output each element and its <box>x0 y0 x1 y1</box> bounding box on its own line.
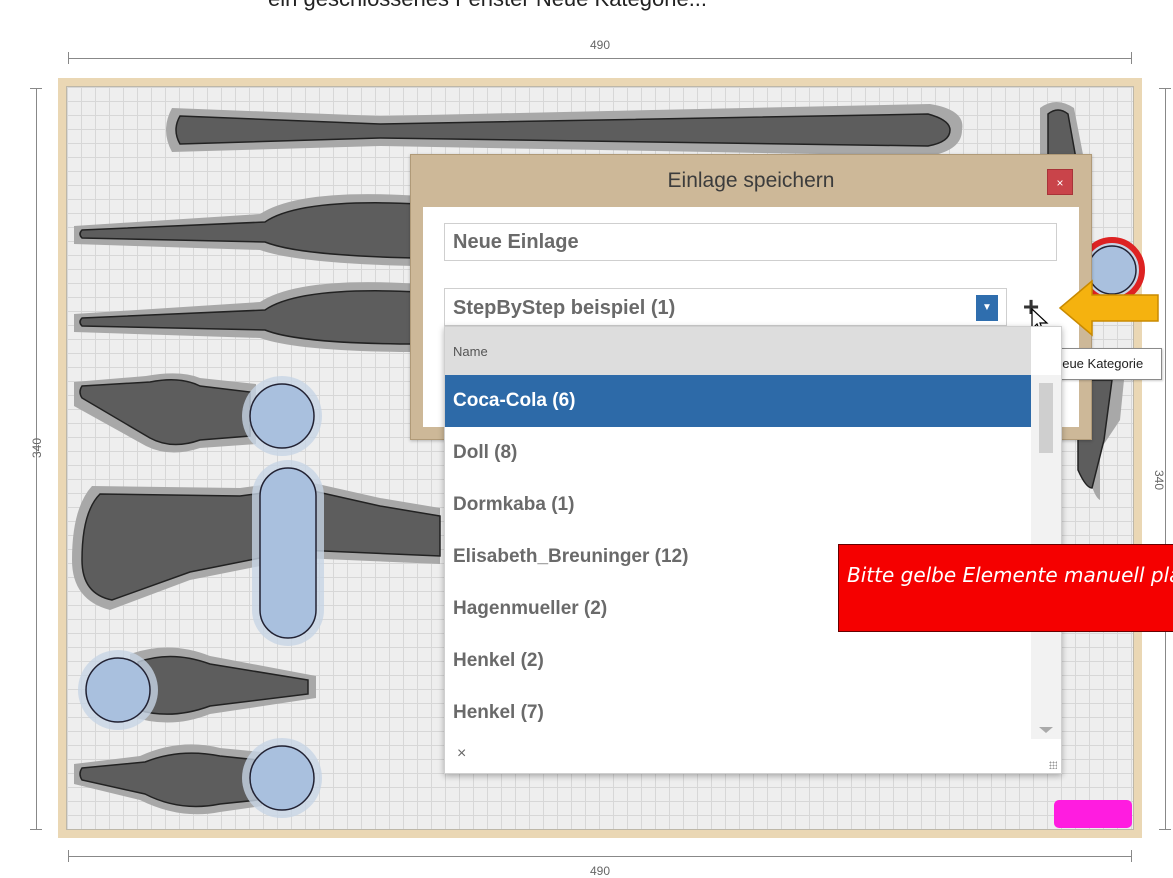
resize-grip-icon[interactable] <box>1049 761 1057 769</box>
tool-screwdriver-4[interactable] <box>130 647 316 723</box>
dropdown-column-header: Name <box>445 327 1031 375</box>
tool-knife-pill[interactable] <box>252 460 324 646</box>
dropdown-item[interactable]: Henkel (2) <box>445 635 1031 687</box>
tool-screwdriver-3-circle[interactable] <box>242 376 322 456</box>
insert-name-input[interactable] <box>444 223 1057 261</box>
scroll-down-icon[interactable] <box>1039 727 1053 733</box>
chevron-down-icon[interactable]: ▼ <box>976 295 998 321</box>
tool-screwdriver-3[interactable] <box>74 373 256 453</box>
tool-screwdriver-4-circle[interactable] <box>78 650 158 730</box>
arrow-left-icon <box>1058 279 1159 337</box>
dropdown-item[interactable]: Henkel (7) <box>445 687 1031 739</box>
warning-text: Bitte gelbe Elemente manuell platzieren <box>847 563 1173 587</box>
warning-banner: Bitte gelbe Elemente manuell platzieren <box>838 544 1173 632</box>
category-selected-label: StepByStep beispiel (1) <box>453 297 676 319</box>
tool-spatula[interactable] <box>166 104 963 156</box>
dropdown-item[interactable]: Coca-Cola (6) <box>445 375 1031 427</box>
tool-screwdriver-2[interactable] <box>74 282 421 352</box>
close-button[interactable]: × <box>1047 169 1073 195</box>
tool-screwdriver-1[interactable] <box>74 194 421 266</box>
dropdown-item[interactable]: Doll (8) <box>445 427 1031 479</box>
magenta-marker[interactable] <box>1054 800 1132 828</box>
dropdown-item[interactable]: Dormkaba (1) <box>445 479 1031 531</box>
tool-screwdriver-5-circle[interactable] <box>242 738 322 818</box>
clear-selection-button[interactable]: × <box>457 745 466 763</box>
category-combobox[interactable]: StepByStep beispiel (1) ▼ <box>444 288 1007 326</box>
tool-screwdriver-5[interactable] <box>74 744 262 815</box>
dialog-title: Einlage speichern <box>667 169 835 192</box>
scrollbar-thumb[interactable] <box>1039 383 1053 453</box>
